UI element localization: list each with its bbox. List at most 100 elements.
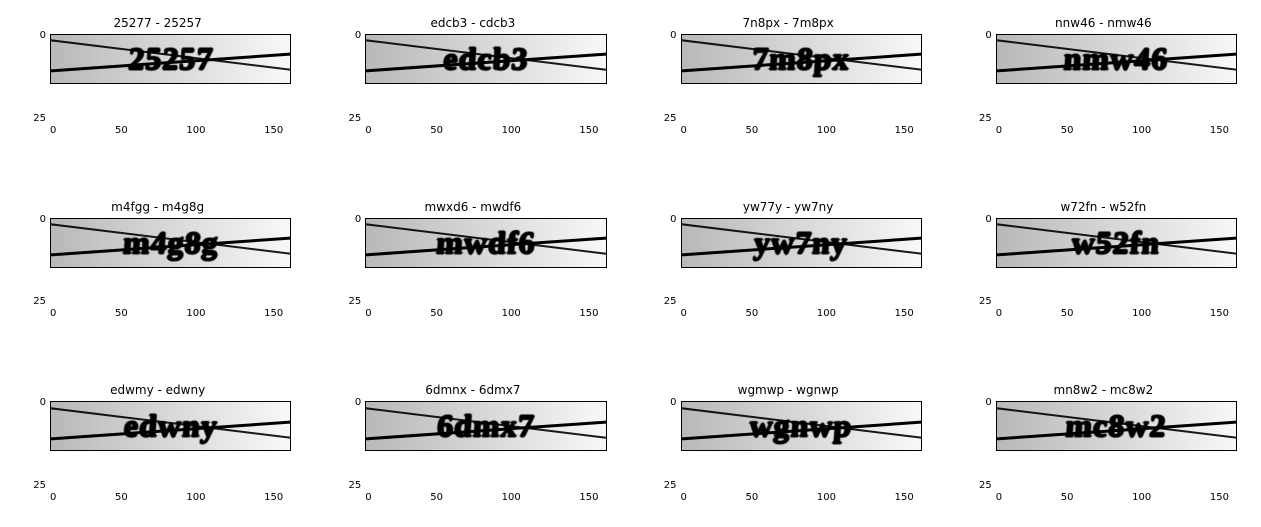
figure: 25277 - 25257 0 25 25257 0 50 (0, 0, 1261, 527)
subplot-title: m4fgg - m4g8g (111, 200, 204, 214)
x-axis: 0 50 100 150 (996, 492, 1229, 503)
subplot-3: nnw46 - nmw46 0 25 nmw46 0 50 (970, 16, 1237, 136)
y-tick-label: 0 (24, 398, 46, 408)
plot-area: 0 25 wgnwp 0 50 100 150 (655, 401, 922, 503)
y-tick-label: 25 (24, 481, 46, 491)
captcha-image: m4g8g (50, 218, 291, 268)
plot-area: 0 25 edwny 0 50 100 150 (24, 401, 291, 503)
x-axis: 0 50 100 150 (365, 492, 598, 503)
x-axis: 0 50 100 150 (50, 308, 283, 319)
x-tick-label: 100 (817, 308, 836, 319)
captcha-image: mc8w2 (996, 401, 1237, 451)
y-axis: 0 25 (339, 34, 361, 121)
subplot-5: mwxd6 - mwdf6 0 25 mwdf6 0 50 (339, 200, 606, 320)
y-tick-label: 0 (339, 398, 361, 408)
plot-area: 0 25 nmw46 0 50 100 150 (970, 34, 1237, 136)
x-tick-label: 50 (746, 125, 759, 136)
captcha-text: w52fn (1071, 224, 1162, 261)
y-tick-label: 0 (339, 215, 361, 225)
axes: 0 25 m4g8g (24, 218, 291, 305)
y-tick-label: 0 (339, 31, 361, 41)
y-tick-label: 25 (970, 481, 992, 491)
x-tick-label: 0 (681, 492, 687, 503)
captcha-image: mwdf6 (365, 218, 606, 268)
x-tick-label: 0 (681, 125, 687, 136)
subplot-title: 25277 - 25257 (113, 16, 201, 30)
x-tick-label: 100 (502, 492, 521, 503)
plot-area: 0 25 25257 0 50 100 150 (24, 34, 291, 136)
captcha-image: edcb3 (365, 34, 606, 84)
subplot-title: wgmwp - wgnwp (738, 383, 839, 397)
y-tick-label: 25 (970, 297, 992, 307)
y-tick-label: 25 (339, 114, 361, 124)
x-axis: 0 50 100 150 (996, 308, 1229, 319)
captcha-image: edwny (50, 401, 291, 451)
plot-area: 0 25 w52fn 0 50 100 150 (970, 218, 1237, 320)
axes: 0 25 mc8w2 (970, 401, 1237, 488)
y-axis: 0 25 (970, 401, 992, 488)
captcha-image: 6dmx7 (365, 401, 606, 451)
x-tick-label: 100 (1132, 492, 1151, 503)
x-tick-label: 150 (579, 492, 598, 503)
x-tick-label: 0 (996, 308, 1002, 319)
captcha-text: wgnwp (748, 408, 853, 445)
captcha-text: edwny (122, 408, 218, 445)
x-tick-label: 100 (817, 125, 836, 136)
subplot-11: mn8w2 - mc8w2 0 25 mc8w2 0 50 (970, 383, 1237, 503)
x-tick-label: 0 (365, 125, 371, 136)
axes: 0 25 mwdf6 (339, 218, 606, 305)
x-tick-label: 100 (502, 308, 521, 319)
x-tick-label: 50 (1061, 492, 1074, 503)
captcha-text: nmw46 (1063, 41, 1170, 78)
x-axis: 0 50 100 150 (365, 308, 598, 319)
x-tick-label: 50 (430, 125, 443, 136)
x-tick-label: 100 (1132, 125, 1151, 136)
y-tick-label: 25 (970, 114, 992, 124)
subplot-grid: 25277 - 25257 0 25 25257 0 50 (0, 0, 1261, 527)
plot-area: 0 25 edcb3 0 50 100 150 (339, 34, 606, 136)
captcha-text: mc8w2 (1065, 408, 1169, 445)
y-tick-label: 0 (970, 215, 992, 225)
y-tick-label: 0 (655, 398, 677, 408)
captcha-image: 7m8px (681, 34, 922, 84)
x-tick-label: 150 (264, 125, 283, 136)
x-tick-label: 150 (264, 308, 283, 319)
plot-area: 0 25 mwdf6 0 50 100 150 (339, 218, 606, 320)
captcha-image: nmw46 (996, 34, 1237, 84)
axes: 0 25 nmw46 (970, 34, 1237, 121)
plot-area: 0 25 mc8w2 0 50 100 150 (970, 401, 1237, 503)
x-tick-label: 0 (365, 308, 371, 319)
x-tick-label: 100 (1132, 308, 1151, 319)
x-tick-label: 50 (115, 308, 128, 319)
x-axis: 0 50 100 150 (365, 125, 598, 136)
x-tick-label: 100 (817, 492, 836, 503)
subplot-6: yw77y - yw7ny 0 25 yw7ny 0 50 (655, 200, 922, 320)
x-tick-label: 0 (681, 308, 687, 319)
captcha-text: 25257 (127, 41, 215, 78)
subplot-9: 6dmnx - 6dmx7 0 25 6dmx7 0 50 (339, 383, 606, 503)
y-axis: 0 25 (655, 218, 677, 305)
x-tick-label: 50 (1061, 125, 1074, 136)
axes: 0 25 edcb3 (339, 34, 606, 121)
captcha-text: 6dmx7 (436, 408, 536, 445)
x-axis: 0 50 100 150 (996, 125, 1229, 136)
x-tick-label: 100 (186, 125, 205, 136)
x-tick-label: 50 (430, 492, 443, 503)
x-tick-label: 50 (115, 125, 128, 136)
y-axis: 0 25 (24, 34, 46, 121)
subplot-title: mn8w2 - mc8w2 (1054, 383, 1154, 397)
x-tick-label: 150 (895, 492, 914, 503)
y-tick-label: 0 (655, 31, 677, 41)
x-tick-label: 150 (579, 308, 598, 319)
y-tick-label: 0 (970, 398, 992, 408)
y-tick-label: 0 (970, 31, 992, 41)
x-tick-label: 0 (365, 492, 371, 503)
x-tick-label: 150 (895, 125, 914, 136)
plot-area: 0 25 m4g8g 0 50 100 150 (24, 218, 291, 320)
x-tick-label: 0 (50, 492, 56, 503)
subplot-title: yw77y - yw7ny (743, 200, 834, 214)
captcha-image: yw7ny (681, 218, 922, 268)
y-axis: 0 25 (655, 34, 677, 121)
subplot-0: 25277 - 25257 0 25 25257 0 50 (24, 16, 291, 136)
subplot-title: 6dmnx - 6dmx7 (425, 383, 520, 397)
